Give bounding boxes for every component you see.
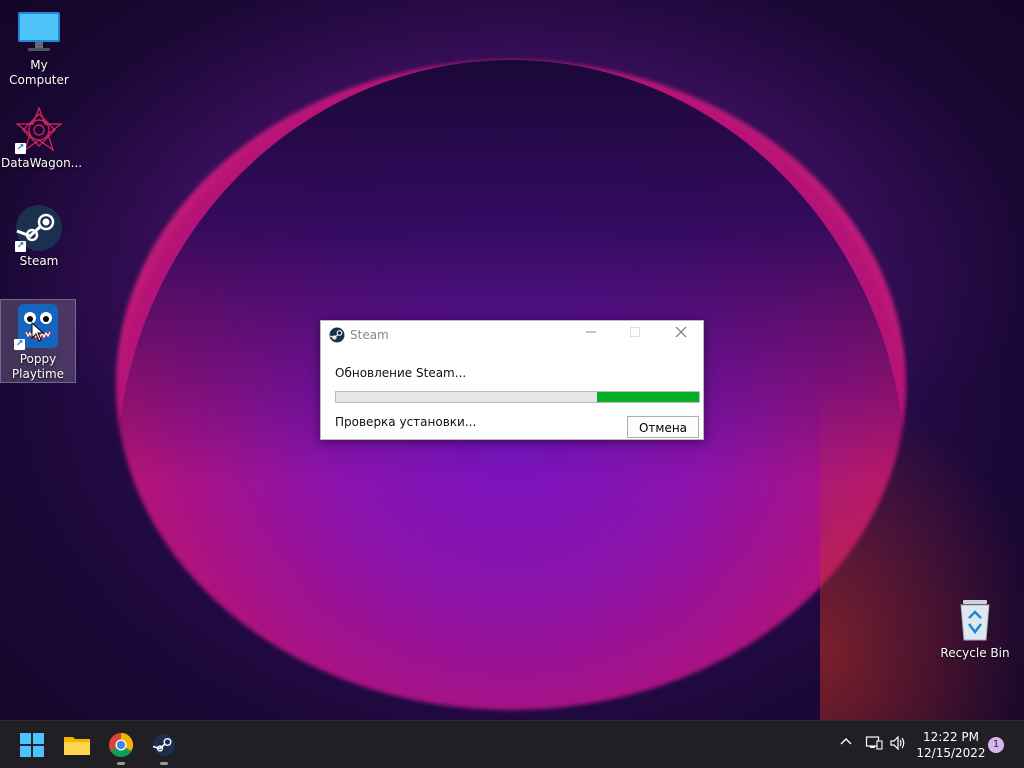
clock-time: 12:22 PM: [923, 730, 979, 744]
clock-date: 12/15/2022: [916, 746, 986, 760]
cancel-button[interactable]: Отмена: [627, 416, 699, 438]
taskbar-steam[interactable]: [146, 727, 182, 765]
desktop-icon-recycle-bin[interactable]: Recycle Bin: [937, 596, 1013, 661]
mouse-cursor-icon: [31, 321, 45, 345]
desktop-icon-label: Steam: [19, 254, 59, 268]
volume-button[interactable]: [889, 735, 907, 755]
dialog-title: Steam: [350, 328, 389, 342]
update-progress-fill: [597, 392, 699, 402]
desktop-icon-label: Recycle Bin: [940, 646, 1010, 660]
taskbar: 12:22 PM 12/15/2022 1: [0, 720, 1024, 768]
taskbar-file-explorer[interactable]: [59, 727, 95, 763]
update-status-text: Обновление Steam...: [335, 366, 467, 380]
running-indicator: [117, 762, 125, 765]
chevron-up-icon: [840, 738, 852, 745]
close-icon: [675, 326, 687, 338]
show-hidden-icons-button[interactable]: [839, 735, 853, 753]
desktop-icon-label: Poppy Playtime: [11, 352, 65, 381]
maximize-icon: [630, 327, 640, 337]
taskbar-clock[interactable]: 12:22 PM 12/15/2022: [916, 729, 986, 761]
start-button[interactable]: [14, 727, 50, 763]
taskbar-chrome[interactable]: [103, 727, 139, 765]
maximize-button[interactable]: [615, 324, 655, 346]
network-icon: [865, 736, 883, 750]
desktop-icon-datawagon[interactable]: ↗ DataWagon...: [1, 106, 83, 171]
shortcut-arrow-icon: ↗: [15, 241, 26, 252]
wallpaper-side-glow: [820, 380, 1024, 720]
shortcut-arrow-icon: ↗: [14, 339, 25, 350]
dialog-titlebar[interactable]: Steam: [321, 321, 703, 349]
desktop-icon-label: My Computer: [9, 58, 69, 87]
minimize-button[interactable]: [571, 324, 611, 346]
desktop-icon-label: DataWagon...: [1, 156, 83, 170]
update-progress-bar: [335, 391, 700, 403]
volume-icon: [890, 735, 905, 751]
datawagon-icon: ↗: [15, 106, 63, 154]
start-icon: [20, 733, 44, 757]
monitor-icon: [15, 8, 63, 56]
steam-icon: ↗: [15, 204, 63, 252]
network-button[interactable]: [865, 735, 883, 755]
chrome-icon: [109, 733, 134, 758]
steam-icon: [329, 327, 345, 343]
file-explorer-icon: [64, 737, 90, 755]
desktop-icon-steam[interactable]: ↗ Steam: [1, 204, 77, 269]
steam-icon: [152, 734, 175, 756]
running-indicator: [160, 762, 168, 765]
shortcut-arrow-icon: ↗: [15, 143, 26, 154]
minimize-icon: [586, 331, 596, 333]
update-substatus-text: Проверка установки...: [335, 415, 477, 429]
steam-update-dialog: Steam Обновление Steam... Проверка устан…: [320, 320, 704, 440]
notification-badge[interactable]: 1: [988, 737, 1004, 753]
close-button[interactable]: [661, 324, 701, 346]
recycle-bin-icon: [951, 596, 999, 644]
desktop-icon-my-computer[interactable]: My Computer: [1, 8, 77, 88]
